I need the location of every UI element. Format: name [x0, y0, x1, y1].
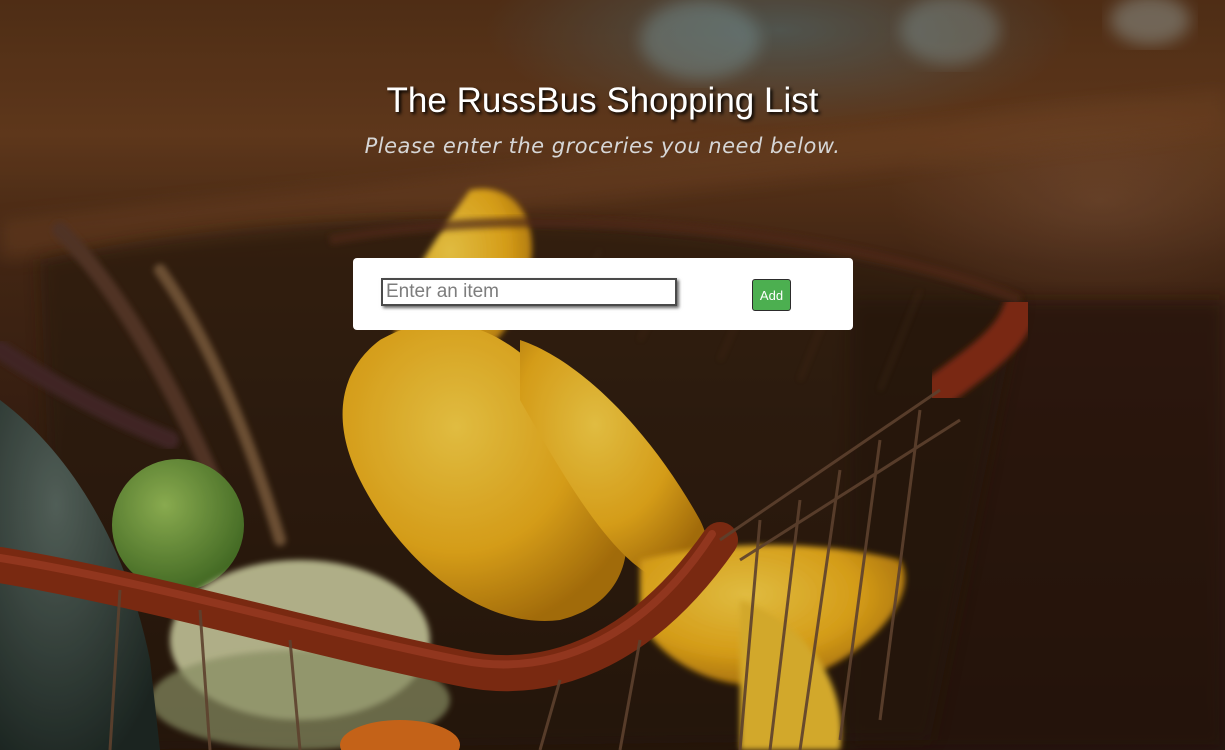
page-title: The RussBus Shopping List	[386, 81, 819, 120]
add-button[interactable]: Add	[752, 279, 791, 311]
add-item-form: Add	[353, 258, 853, 330]
item-input[interactable]	[381, 278, 677, 306]
page-header: The RussBus Shopping List Please enter t…	[0, 78, 1205, 160]
page-subtitle: Please enter the groceries you need belo…	[364, 134, 841, 158]
